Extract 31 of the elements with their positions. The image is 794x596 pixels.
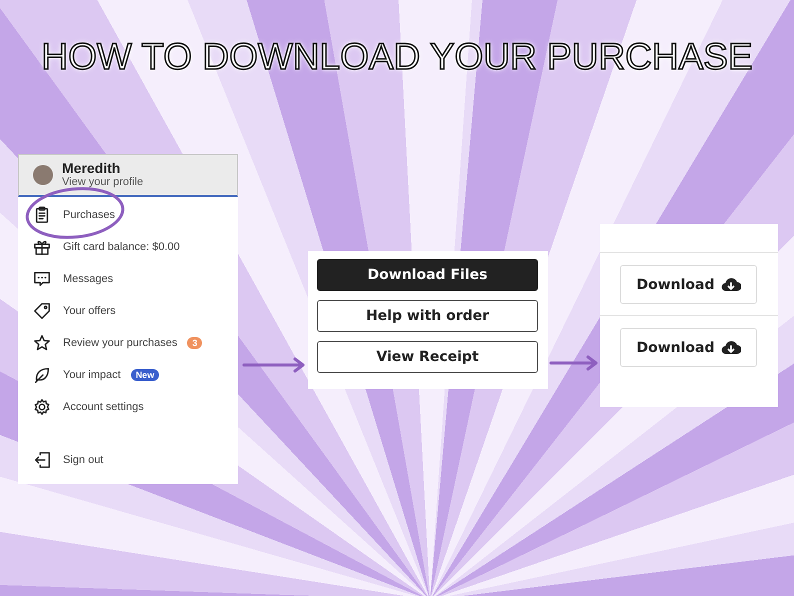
order-button[interactable]: Help with order xyxy=(317,300,538,332)
menu-item[interactable]: Account settings xyxy=(63,401,144,413)
new-badge: New xyxy=(130,369,160,381)
avatar xyxy=(33,165,53,185)
order-button[interactable]: Download Files xyxy=(317,259,538,291)
gift-icon xyxy=(33,238,51,256)
download-button[interactable]: Download xyxy=(620,328,757,367)
menu-item[interactable]: Gift card balance: $0.00 xyxy=(63,241,180,253)
tag-icon xyxy=(33,302,51,320)
menu-item[interactable]: Your impact xyxy=(63,369,121,381)
menu-item[interactable]: Your offers xyxy=(63,305,116,317)
cloud-download-icon xyxy=(720,276,741,292)
sign-out-link[interactable]: Sign out xyxy=(63,454,104,466)
menu-item[interactable]: Purchases xyxy=(63,209,115,221)
clipboard-icon xyxy=(33,206,51,224)
speech-bubble-icon xyxy=(33,270,51,288)
profile-link[interactable]: View your profile xyxy=(62,176,144,189)
arrow xyxy=(242,358,304,372)
menu-item[interactable]: Review your purchases xyxy=(63,337,178,349)
cloud-download-icon xyxy=(720,340,741,356)
order-button[interactable]: View Receipt xyxy=(317,341,538,373)
star-icon xyxy=(33,334,51,352)
profile-name: Meredith xyxy=(62,161,122,176)
leaf-icon xyxy=(33,366,51,384)
settings-icon xyxy=(33,398,51,416)
sign-out-icon xyxy=(33,451,51,469)
download-button[interactable]: Download xyxy=(620,265,757,304)
arrow xyxy=(550,356,598,370)
profile-header[interactable]: Meredith View your profile xyxy=(18,154,238,197)
count-badge: 3 xyxy=(187,337,202,349)
menu-item[interactable]: Messages xyxy=(63,273,114,285)
